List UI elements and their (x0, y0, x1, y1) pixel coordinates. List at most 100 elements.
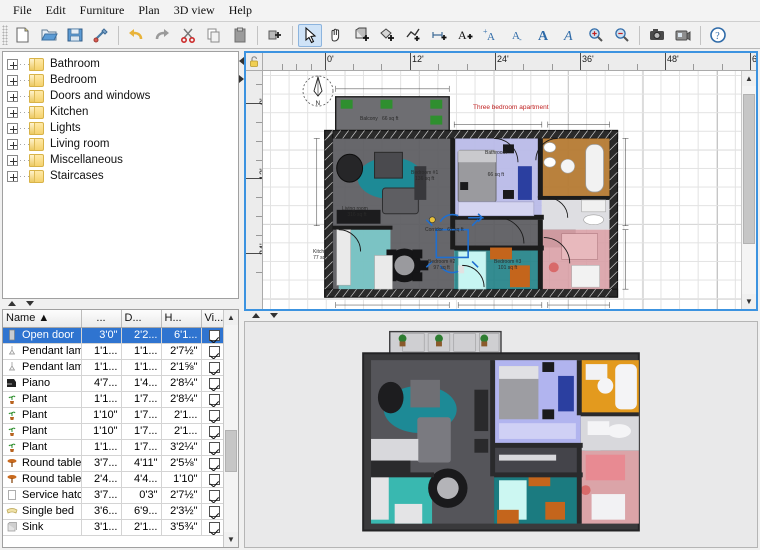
paste-button[interactable] (228, 24, 252, 47)
help-button[interactable]: ? (706, 24, 730, 47)
preferences-button[interactable] (89, 24, 113, 47)
table-row[interactable]: Single bed 3'6... 6'9... 2'3½" (3, 503, 223, 520)
undo-button[interactable] (124, 24, 148, 47)
zoom-in-button[interactable] (584, 24, 608, 47)
visible-checkbox[interactable] (209, 473, 220, 485)
add-furniture-button[interactable] (263, 24, 287, 47)
room-label-corridor[interactable]: Corridor 61 sq ft (425, 227, 464, 233)
expand-plus-icon[interactable] (7, 122, 18, 134)
expand-plus-icon[interactable] (7, 90, 18, 102)
column-header-visible[interactable]: Vi... (201, 310, 223, 328)
room-label-bedroom-1[interactable]: Bedroom #1 136 sq ft (411, 170, 438, 182)
table-row[interactable]: Plant 1'1... 1'7... 3'2¼" (3, 439, 223, 456)
column-header-height[interactable]: H... (161, 310, 202, 328)
save-home-button[interactable] (63, 24, 87, 47)
visible-checkbox[interactable] (209, 505, 220, 517)
table-row[interactable]: Sink 3'1... 2'1... 3'5¾" (3, 519, 223, 536)
room-label-living-room[interactable]: Living room 316 sq ft (342, 206, 368, 218)
visible-checkbox[interactable] (209, 409, 220, 421)
compass-lock-button[interactable] (246, 53, 263, 71)
copy-button[interactable] (202, 24, 226, 47)
room-label-bedroom-2[interactable]: Bedroom #2 97 sq ft (428, 259, 455, 271)
table-row[interactable]: Round table 3'7... 4'11" 2'5⅛" (3, 455, 223, 472)
visible-checkbox[interactable] (209, 441, 220, 453)
menu-plan[interactable]: Plan (131, 1, 166, 20)
expand-plus-icon[interactable] (7, 58, 18, 70)
visible-checkbox[interactable] (209, 489, 220, 501)
cut-button[interactable] (176, 24, 200, 47)
vertical-ruler[interactable]: 0' 12' 24' (246, 71, 263, 309)
pan-mode-button[interactable] (324, 24, 348, 47)
italic-style-button[interactable]: A (558, 24, 582, 47)
furniture-table-scrollbar[interactable]: ▲ ▼ (223, 310, 238, 547)
catalog-category-bathroom[interactable]: ··· Bathroom (7, 56, 238, 72)
plan-view-panel[interactable]: 0' 12' 24' 36' 48' 60' (244, 51, 758, 311)
catalog-category-lights[interactable]: ··· Lights (7, 120, 238, 136)
create-polylines-button[interactable] (402, 24, 426, 47)
menu-3d-view[interactable]: 3D view (167, 1, 222, 20)
cell-visible[interactable] (201, 503, 223, 520)
scroll-down-icon[interactable]: ▼ (742, 294, 756, 309)
column-header-depth[interactable]: D... (121, 310, 162, 328)
cell-visible[interactable] (201, 375, 223, 392)
table-row[interactable]: Round table 2'4... 4'4... 1'10" (3, 471, 223, 488)
plan-canvas[interactable]: N Three bedroom apartment Balcony 66 sq … (263, 71, 741, 309)
create-photo-button[interactable] (645, 24, 669, 47)
menu-edit[interactable]: Edit (39, 1, 73, 20)
horizontal-ruler[interactable]: 0' 12' 24' 36' 48' 60' (263, 53, 756, 71)
decrease-text-size-button[interactable]: A - (506, 24, 530, 47)
bold-style-button[interactable]: A (532, 24, 556, 47)
scrollbar-thumb[interactable] (743, 94, 755, 244)
visible-checkbox[interactable] (209, 329, 220, 341)
catalog-category-living-room[interactable]: ··· Living room (7, 136, 238, 152)
cell-visible[interactable] (201, 439, 223, 456)
catalog-category-doors-and-windows[interactable]: ··· Doors and windows (7, 88, 238, 104)
compass-icon[interactable]: N (301, 74, 335, 108)
expand-plus-icon[interactable] (7, 154, 18, 166)
expand-plus-icon[interactable] (7, 138, 18, 150)
plan-3dview-splitter[interactable] (244, 311, 760, 321)
visible-checkbox[interactable] (209, 345, 220, 357)
create-rooms-button[interactable] (376, 24, 400, 47)
table-row[interactable]: Plant 1'10" 1'7... 2'1... (3, 423, 223, 440)
table-row[interactable]: Pendant lamp 1'1... 1'1... 2'1⅝" (3, 359, 223, 376)
table-row[interactable]: Plant 1'10" 1'7... 2'1... (3, 407, 223, 424)
visible-checkbox[interactable] (209, 457, 220, 469)
room-label-bathroom[interactable]: Bathroom 66 sq ft (485, 150, 507, 178)
room-label-bedroom-3[interactable]: Bedroom #3 101 sq ft (494, 259, 521, 271)
cell-visible[interactable] (201, 327, 223, 344)
visible-checkbox[interactable] (209, 425, 220, 437)
open-home-button[interactable] (37, 24, 61, 47)
zoom-out-button[interactable] (610, 24, 634, 47)
table-row[interactable]: Pendant lamp 1'1... 1'1... 2'7½" (3, 343, 223, 360)
catalog-category-staircases[interactable]: ··· Staircases (7, 168, 238, 184)
cell-visible[interactable] (201, 423, 223, 440)
expand-plus-icon[interactable] (7, 106, 18, 118)
scrollbar-track[interactable] (224, 325, 238, 532)
catalog-category-kitchen[interactable]: ··· Kitchen (7, 104, 238, 120)
cell-visible[interactable] (201, 407, 223, 424)
create-video-button[interactable] (671, 24, 695, 47)
cell-visible[interactable] (201, 391, 223, 408)
scrollbar-track[interactable] (742, 86, 756, 294)
select-mode-button[interactable] (298, 23, 322, 47)
visible-checkbox[interactable] (209, 393, 220, 405)
furniture-catalog-panel[interactable]: ··· Bathroom ··· Bedroom ··· Doors and w… (2, 51, 239, 299)
visible-checkbox[interactable] (209, 521, 220, 533)
scroll-up-icon[interactable]: ▲ (742, 71, 756, 86)
cell-visible[interactable] (201, 359, 223, 376)
cell-visible[interactable] (201, 343, 223, 360)
scroll-down-icon[interactable]: ▼ (224, 532, 238, 547)
room-label-balcony[interactable]: Balcony 66 sq ft (360, 116, 398, 122)
create-walls-button[interactable] (350, 24, 374, 47)
column-header-name[interactable]: Name ▲ (3, 310, 82, 328)
increase-text-size-button[interactable]: A + (480, 24, 504, 47)
catalog-category-miscellaneous[interactable]: ··· Miscellaneous (7, 152, 238, 168)
new-home-button[interactable] (11, 24, 35, 47)
add-text-button[interactable]: A (454, 24, 478, 47)
plan-title-text[interactable]: Three bedroom apartment (473, 104, 549, 111)
cell-visible[interactable] (201, 471, 223, 488)
column-header-width[interactable]: ... (81, 310, 122, 328)
scrollbar-thumb[interactable] (225, 430, 237, 472)
table-row[interactable]: Piano 4'7... 1'4... 2'8¼" (3, 375, 223, 392)
